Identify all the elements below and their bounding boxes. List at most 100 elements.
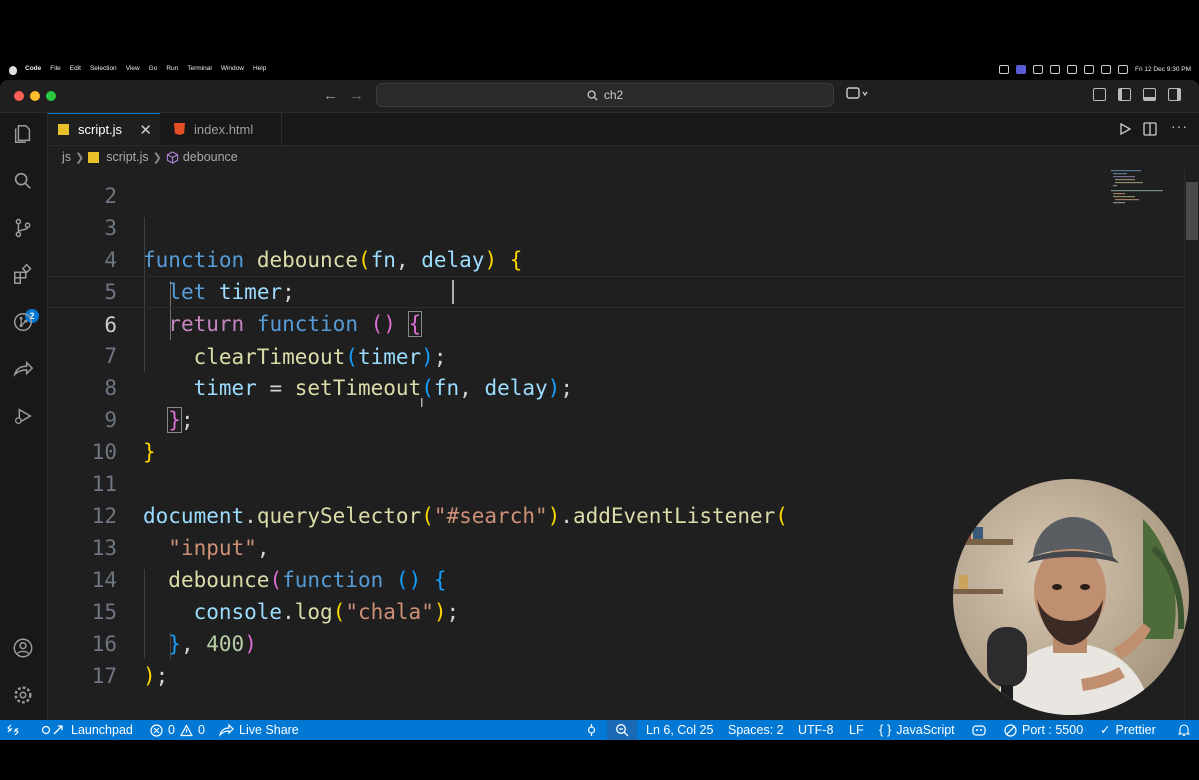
tray-icon[interactable] [1067,65,1077,74]
indentation[interactable]: Spaces: 2 [728,720,784,740]
code-line: 9 } [48,372,1184,464]
text-cursor [452,280,454,304]
launchpad-label: Launchpad [71,723,133,737]
launchpad-status[interactable]: Launchpad [40,720,133,740]
command-center-search[interactable]: ch2 [376,83,834,107]
error-count: 0 [168,723,175,737]
port-label: Port : 5500 [1022,723,1084,737]
menu-terminal[interactable]: Terminal [187,65,212,72]
remote-indicator-icon[interactable] [6,720,20,740]
live-share-label: Live Share [239,723,299,737]
editor-scrollbar-track[interactable] [1184,168,1199,720]
search-icon[interactable] [12,170,34,192]
menu-edit[interactable]: Edit [70,65,81,72]
breadcrumb-symbol[interactable]: debounce [183,150,238,164]
tray-icon[interactable] [1033,65,1043,74]
tray-icon[interactable] [1084,65,1094,74]
search-text: ch2 [603,88,624,102]
code-line: 10 [48,404,1184,464]
code-text: ); [143,664,169,688]
arrow-right-icon[interactable]: → [349,87,364,104]
chevron-right-icon: ❯ [75,151,85,164]
live-server-status[interactable]: Port : 5500 [1004,720,1083,740]
breadcrumb-file[interactable]: script.js [106,150,148,164]
apple-logo-icon[interactable] [9,66,17,75]
account-icon[interactable] [12,637,34,659]
file-encoding[interactable]: UTF-8 [798,720,833,740]
html-file-icon [174,123,185,135]
menu-app-name[interactable]: Code [25,65,41,72]
menu-run[interactable]: Run [166,65,178,72]
warning-icon [179,723,193,736]
notifications-bell-icon[interactable] [1178,720,1190,740]
split-editor-icon[interactable] [1143,122,1157,136]
arrow-left-icon[interactable]: ← [323,87,338,104]
tray-icon[interactable] [999,65,1009,74]
copilot-chat-icon[interactable] [846,86,868,105]
search-icon [587,89,598,101]
code-line: 7 timer = setTimeout(fn, delay); [48,308,1184,400]
line-number: 17 [91,664,117,688]
tray-icon[interactable] [1050,65,1060,74]
tab-label: script.js [78,122,123,137]
current-code-line: 6 clearTimeout(timer); [48,276,1184,369]
git-lens-icon[interactable] [585,720,598,740]
editor-scrollbar-thumb[interactable] [1186,182,1198,240]
settings-gear-icon[interactable] [12,684,34,706]
menu-window[interactable]: Window [221,65,244,72]
problems-status[interactable]: 0 0 [150,720,205,740]
explorer-icon[interactable] [12,123,34,145]
language-mode[interactable]: { } JavaScript [879,720,955,740]
zoom-search-icon[interactable] [607,720,637,740]
braces-icon: { } [879,722,892,737]
wifi-icon[interactable] [1118,65,1128,74]
tray-icon[interactable] [1016,65,1026,74]
customize-layout-icon[interactable] [1093,88,1106,101]
more-actions-icon[interactable]: ··· [1171,118,1188,134]
system-tray: Fri 12 Dec 9:30 PM [999,65,1191,74]
source-control-icon[interactable] [12,217,34,239]
clock[interactable]: Fri 12 Dec 9:30 PM [1135,66,1191,73]
toggle-panel-icon[interactable] [1143,88,1156,101]
extensions-icon[interactable] [12,264,34,286]
code-line: 2 [48,168,1184,208]
minimize-window-button[interactable] [30,91,40,101]
prettier-status[interactable]: ✓ Prettier [1100,720,1156,740]
cursor-position[interactable]: Ln 6, Col 25 [646,720,713,740]
check-icon: ✓ [1100,723,1111,737]
minimap[interactable] [1109,168,1169,208]
macos-menu-bar: Code File Edit Selection View Go Run Ter… [0,64,1199,79]
toggle-primary-sidebar-icon[interactable] [1118,88,1131,101]
battery-icon[interactable] [1101,65,1111,74]
close-tab-icon[interactable]: ✕ [139,121,152,139]
menu-view[interactable]: View [126,65,140,72]
text-cursor-ibeam-icon: I [420,396,424,410]
tab-script-js[interactable]: script.js ✕ [48,113,160,145]
title-bar: ← → ch2 [0,80,1199,113]
toggle-secondary-sidebar-icon[interactable] [1168,88,1181,101]
breadcrumb-folder[interactable]: js [62,150,71,164]
close-window-button[interactable] [14,91,24,101]
code-line: 8 }; [48,340,1184,433]
method-symbol-icon [166,150,179,164]
tab-index-html[interactable]: index.html [160,113,282,145]
live-share-icon[interactable] [12,358,34,380]
presenter-webcam-video [953,479,1189,715]
menu-selection[interactable]: Selection [90,65,117,72]
zoom-window-button[interactable] [46,91,56,101]
code-line: 5 return function () { [48,244,1184,337]
git-graph-icon[interactable] [12,311,34,333]
copilot-status-icon[interactable] [971,720,987,740]
menu-help[interactable]: Help [253,65,266,72]
menu-file[interactable]: File [50,65,60,72]
tab-label: index.html [194,121,254,137]
menu-go[interactable]: Go [149,65,158,72]
code-line: 3 function debounce(fn, delay) { [48,180,1184,272]
end-of-line[interactable]: LF [849,720,864,740]
language-label: JavaScript [896,723,955,737]
editor-tabs: script.js ✕ index.html ··· [48,113,1199,146]
run-debug-icon[interactable] [12,405,34,427]
live-share-status[interactable]: Live Share [219,720,299,740]
run-file-icon[interactable] [1118,122,1132,136]
code-line: 11 document.querySelector("#search").add… [48,436,1184,528]
